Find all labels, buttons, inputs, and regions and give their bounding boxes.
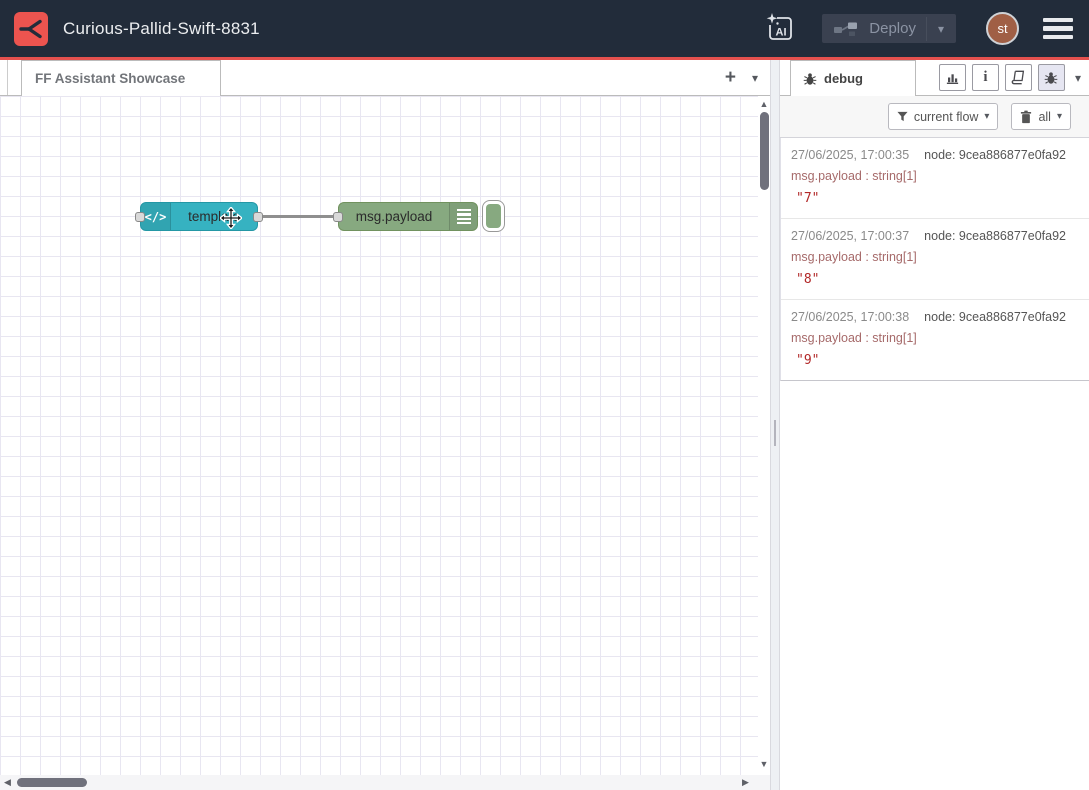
main-menu-button[interactable] bbox=[1041, 15, 1075, 43]
hamburger-icon bbox=[1043, 18, 1073, 23]
bar-chart-icon bbox=[945, 70, 960, 85]
clear-messages-dropdown[interactable]: all ▾ bbox=[1011, 103, 1071, 130]
wire[interactable] bbox=[258, 215, 343, 218]
caret-down-icon: ▾ bbox=[1057, 112, 1062, 122]
tab-debug-label: debug bbox=[824, 71, 863, 86]
message-node-id: node: 9cea886877e0fa92 bbox=[924, 148, 1066, 162]
info-tab-button[interactable]: i bbox=[972, 64, 999, 91]
debug-tab-button[interactable] bbox=[1038, 64, 1065, 91]
filter-label: current flow bbox=[914, 110, 979, 124]
node-debug[interactable]: msg.payload bbox=[338, 202, 478, 231]
caret-down-icon: ▾ bbox=[752, 71, 758, 85]
page-title: Curious-Pallid-Swift-8831 bbox=[63, 19, 260, 39]
bug-icon bbox=[803, 72, 817, 86]
node-debug-label: msg.payload bbox=[339, 203, 449, 230]
sidebar-options-caret[interactable]: ▾ bbox=[1075, 72, 1081, 84]
vertical-scrollbar[interactable]: ▲ ▼ bbox=[758, 96, 770, 775]
debug-message-list: 27/06/2025, 17:00:35 node: 9cea886877e0f… bbox=[780, 138, 1089, 381]
message-timestamp: 27/06/2025, 17:00:37 bbox=[791, 229, 909, 243]
debug-message[interactable]: 27/06/2025, 17:00:38 node: 9cea886877e0f… bbox=[781, 300, 1089, 380]
clear-scope-label: all bbox=[1038, 110, 1051, 124]
horizontal-scrollbar[interactable]: ◀ ▶ bbox=[0, 775, 770, 790]
bug-icon bbox=[1044, 71, 1058, 85]
message-value: "7" bbox=[791, 191, 1079, 206]
add-flow-button[interactable]: + bbox=[725, 68, 736, 87]
scroll-right-icon[interactable]: ▶ bbox=[742, 777, 749, 788]
flow-list-caret[interactable]: ▾ bbox=[752, 72, 758, 84]
node-template-label: template bbox=[171, 203, 257, 230]
sidebar-splitter[interactable] bbox=[770, 60, 780, 790]
debug-list-icon bbox=[449, 203, 477, 230]
message-node-id: node: 9cea886877e0fa92 bbox=[924, 229, 1066, 243]
scroll-down-icon[interactable]: ▼ bbox=[758, 759, 770, 769]
debug-enable-toggle[interactable] bbox=[482, 200, 505, 232]
sparkle-icon bbox=[767, 13, 778, 24]
svg-text:AI: AI bbox=[776, 26, 787, 38]
message-value: "9" bbox=[791, 353, 1079, 368]
input-port[interactable] bbox=[333, 212, 343, 222]
info-icon: i bbox=[983, 69, 987, 86]
sidebar-tabbar: debug i bbox=[780, 60, 1089, 96]
message-value: "8" bbox=[791, 272, 1079, 287]
deploy-nodes-icon bbox=[834, 21, 859, 37]
trash-icon bbox=[1020, 110, 1032, 124]
output-port[interactable] bbox=[253, 212, 263, 222]
message-property: msg.payload : string[1] bbox=[791, 331, 1079, 345]
tab-debug[interactable]: debug bbox=[790, 60, 916, 96]
message-timestamp: 27/06/2025, 17:00:35 bbox=[791, 148, 909, 162]
scroll-left-icon[interactable]: ◀ bbox=[4, 777, 11, 788]
horizontal-scrollbar-thumb[interactable] bbox=[17, 778, 87, 787]
message-timestamp: 27/06/2025, 17:00:38 bbox=[791, 310, 909, 324]
workspace-tabbar: FF Assistant Showcase + ▾ bbox=[0, 60, 770, 96]
plus-icon: + bbox=[725, 67, 736, 88]
flow-tab-label: FF Assistant Showcase bbox=[35, 71, 185, 86]
splitter-grip bbox=[774, 420, 776, 446]
flow-canvas[interactable]: </> template msg.payload bbox=[0, 96, 758, 775]
tab-scroll-divider bbox=[7, 60, 8, 95]
scroll-up-icon[interactable]: ▲ bbox=[758, 99, 770, 109]
deploy-button[interactable]: Deploy ▾ bbox=[822, 14, 956, 43]
caret-down-icon: ▾ bbox=[1075, 71, 1081, 85]
message-node-id: node: 9cea886877e0fa92 bbox=[924, 310, 1066, 324]
dashboard-tab-button[interactable] bbox=[939, 64, 966, 91]
user-avatar[interactable]: st bbox=[986, 12, 1019, 45]
avatar-initials: st bbox=[997, 21, 1007, 36]
debug-message[interactable]: 27/06/2025, 17:00:37 node: 9cea886877e0f… bbox=[781, 219, 1089, 300]
input-port[interactable] bbox=[135, 212, 145, 222]
sidebar: debug i bbox=[780, 60, 1089, 790]
vertical-scrollbar-thumb[interactable] bbox=[760, 112, 769, 190]
move-cursor-icon bbox=[220, 207, 242, 229]
tab-flow[interactable]: FF Assistant Showcase bbox=[21, 60, 221, 96]
ai-assistant-button[interactable]: AI bbox=[764, 12, 796, 46]
message-property: msg.payload : string[1] bbox=[791, 250, 1079, 264]
flowfuse-logo-icon bbox=[14, 12, 48, 46]
deploy-options-caret[interactable]: ▾ bbox=[926, 17, 956, 41]
message-property: msg.payload : string[1] bbox=[791, 169, 1079, 183]
funnel-icon bbox=[897, 111, 908, 122]
deploy-label: Deploy bbox=[869, 20, 916, 37]
debug-message[interactable]: 27/06/2025, 17:00:35 node: 9cea886877e0f… bbox=[781, 138, 1089, 219]
header: Curious-Pallid-Swift-8831 AI Deploy ▾ st bbox=[0, 0, 1089, 57]
caret-down-icon: ▾ bbox=[938, 22, 944, 36]
book-icon bbox=[1011, 70, 1026, 85]
filter-dropdown[interactable]: current flow ▾ bbox=[888, 103, 999, 130]
debug-toolbar: current flow ▾ all ▾ bbox=[780, 96, 1089, 138]
code-icon: </> bbox=[141, 203, 171, 230]
help-tab-button[interactable] bbox=[1005, 64, 1032, 91]
caret-down-icon: ▾ bbox=[984, 112, 989, 122]
